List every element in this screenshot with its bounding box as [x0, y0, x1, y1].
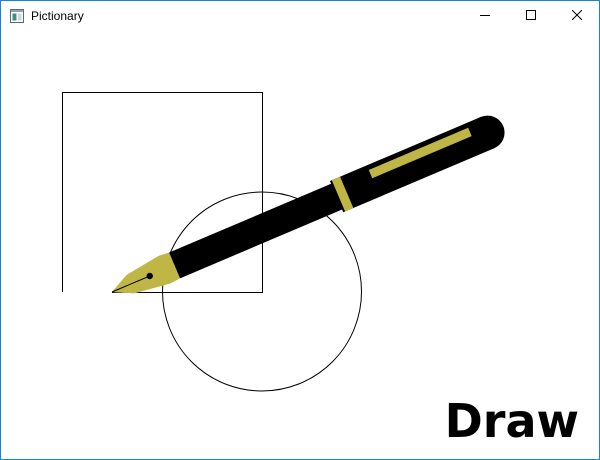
- fountain-pen-icon: [111, 115, 505, 294]
- window-app-icon: [10, 9, 24, 23]
- close-icon: [571, 7, 583, 25]
- maximize-icon: [526, 7, 536, 25]
- app-window: Pictionary Draw: [0, 0, 600, 460]
- title-bar[interactable]: Pictionary: [1, 1, 599, 31]
- window-title: Pictionary: [31, 9, 84, 23]
- minimize-icon: [480, 7, 490, 25]
- draw-button-label: Draw: [444, 394, 579, 448]
- drawing-canvas[interactable]: Draw: [1, 31, 599, 459]
- maximize-button[interactable]: [508, 1, 554, 31]
- minimize-button[interactable]: [462, 1, 508, 31]
- close-button[interactable]: [554, 1, 600, 31]
